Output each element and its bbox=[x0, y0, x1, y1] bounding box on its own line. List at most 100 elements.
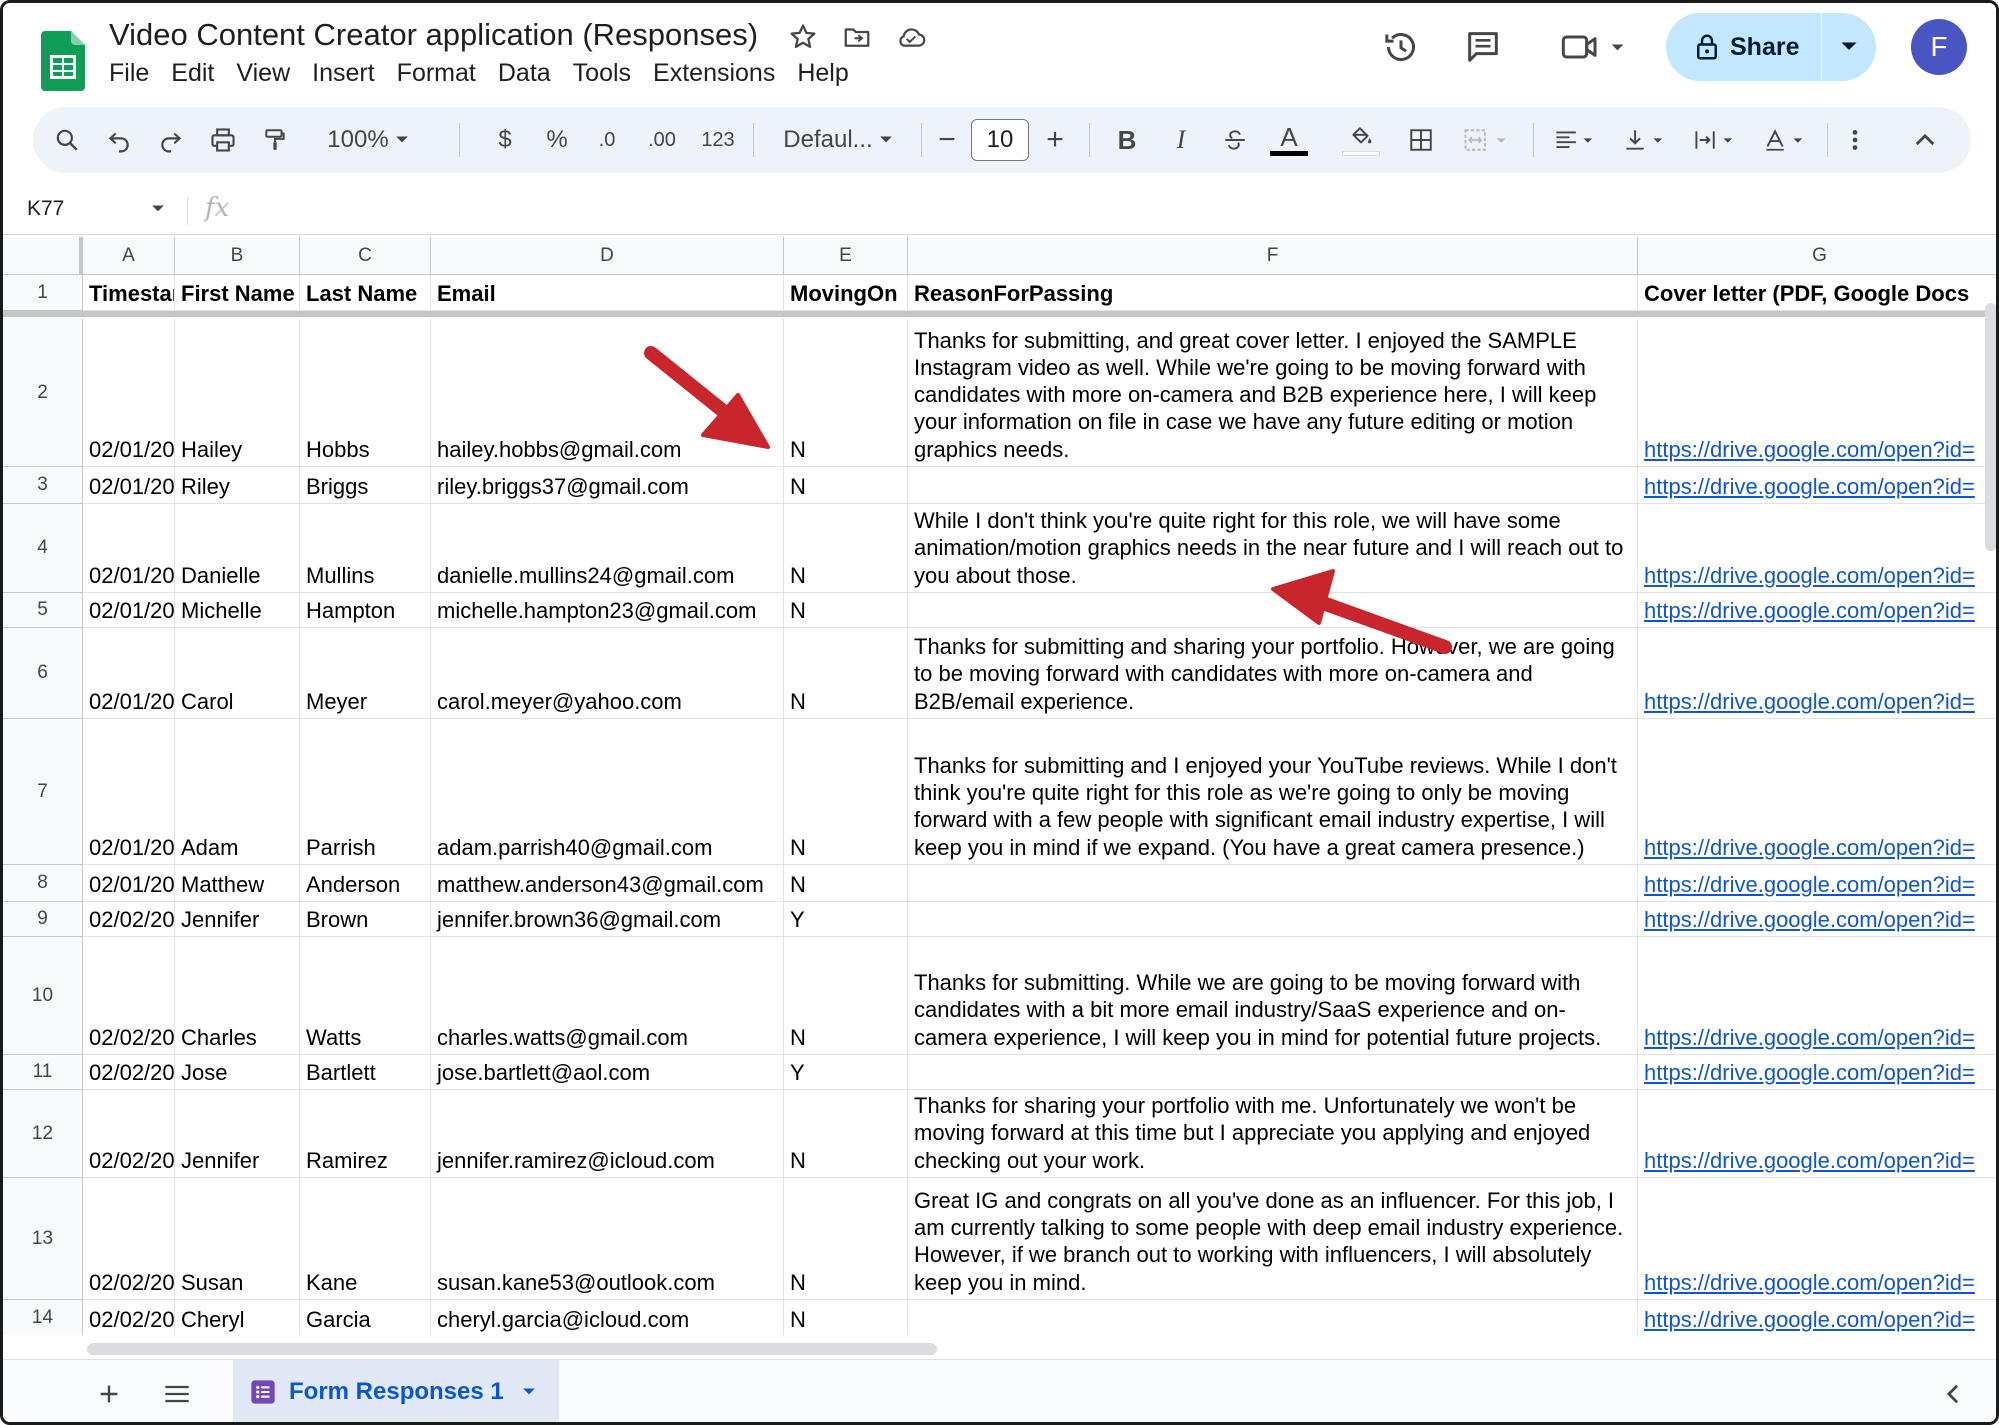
cell-email[interactable]: danielle.mullins24@gmail.com bbox=[431, 504, 784, 593]
menu-help[interactable]: Help bbox=[787, 57, 858, 90]
menu-insert[interactable]: Insert bbox=[302, 57, 385, 90]
cell-reason-for-passing[interactable] bbox=[908, 865, 1638, 902]
star-icon[interactable] bbox=[785, 19, 821, 55]
cell-moving-on[interactable]: N bbox=[784, 719, 908, 865]
share-dropdown-icon[interactable] bbox=[1822, 13, 1876, 81]
cell-last-name[interactable]: Meyer bbox=[300, 628, 431, 719]
zoom-dropdown-icon[interactable] bbox=[389, 107, 415, 173]
cell-first-name[interactable]: Adam bbox=[175, 719, 300, 865]
document-title[interactable]: Video Content Creator application (Respo… bbox=[109, 17, 758, 53]
cell-cover-letter[interactable]: https://drive.google.com/open?id= bbox=[1638, 1090, 1996, 1178]
column-header-a[interactable]: A bbox=[83, 237, 175, 275]
header-cell-last-name[interactable]: Last Name bbox=[300, 275, 431, 311]
cell-last-name[interactable]: Bartlett bbox=[300, 1055, 431, 1090]
cell-timestamp[interactable]: 02/01/20 bbox=[83, 593, 175, 628]
horizontal-align-icon[interactable] bbox=[1545, 107, 1609, 173]
cell-timestamp[interactable]: 02/02/20 bbox=[83, 937, 175, 1055]
cell-first-name[interactable]: Jennifer bbox=[175, 902, 300, 937]
format-percent-button[interactable]: % bbox=[539, 107, 575, 173]
cell-first-name[interactable]: Danielle bbox=[175, 504, 300, 593]
cell-moving-on[interactable]: N bbox=[784, 1300, 908, 1335]
borders-icon[interactable] bbox=[1399, 107, 1443, 173]
cell-cover-letter[interactable]: https://drive.google.com/open?id= bbox=[1638, 467, 1996, 504]
cell-reason-for-passing[interactable]: Thanks for submitting. While we are goin… bbox=[908, 937, 1638, 1055]
text-wrapping-icon[interactable] bbox=[1685, 107, 1749, 173]
version-history-icon[interactable] bbox=[1379, 25, 1423, 69]
cell-cover-letter[interactable]: https://drive.google.com/open?id= bbox=[1638, 902, 1996, 937]
header-cell-moving-on[interactable]: MovingOn bbox=[784, 275, 908, 311]
cell-reason-for-passing[interactable]: Thanks for sharing your portfolio with m… bbox=[908, 1090, 1638, 1178]
cell-timestamp[interactable]: 02/01/20 bbox=[83, 628, 175, 719]
cell-moving-on[interactable]: N bbox=[784, 1178, 908, 1300]
cell-first-name[interactable]: Jennifer bbox=[175, 1090, 300, 1178]
cell-timestamp[interactable]: 02/02/20 bbox=[83, 902, 175, 937]
print-icon[interactable] bbox=[201, 107, 245, 173]
cell-last-name[interactable]: Anderson bbox=[300, 865, 431, 902]
cell-first-name[interactable]: Riley bbox=[175, 467, 300, 504]
column-header-c[interactable]: C bbox=[300, 237, 431, 275]
cell-cover-letter[interactable]: https://drive.google.com/open?id= bbox=[1638, 1055, 1996, 1090]
header-cell-cover-letter[interactable]: Cover letter (PDF, Google Docs bbox=[1638, 275, 1996, 311]
cell-timestamp[interactable]: 02/02/20 bbox=[83, 1300, 175, 1335]
header-cell-timestamp[interactable]: Timestamp bbox=[83, 275, 175, 311]
row-header[interactable]: 8 bbox=[3, 865, 83, 902]
text-color-button[interactable]: A bbox=[1267, 107, 1311, 173]
cell-cover-letter[interactable]: https://drive.google.com/open?id= bbox=[1638, 593, 1996, 628]
row-header[interactable]: 13 bbox=[3, 1178, 83, 1300]
select-all-corner[interactable] bbox=[3, 237, 83, 275]
menu-file[interactable]: File bbox=[109, 57, 159, 90]
undo-icon[interactable] bbox=[97, 107, 141, 173]
cell-moving-on[interactable]: N bbox=[784, 628, 908, 719]
header-cell-first-name[interactable]: First Name bbox=[175, 275, 300, 311]
cell-cover-letter[interactable]: https://drive.google.com/open?id= bbox=[1638, 719, 1996, 865]
row-header[interactable]: 5 bbox=[3, 593, 83, 628]
text-rotation-icon[interactable] bbox=[1755, 107, 1819, 173]
cell-moving-on[interactable]: N bbox=[784, 1090, 908, 1178]
share-button[interactable]: Share bbox=[1666, 13, 1821, 81]
menu-edit[interactable]: Edit bbox=[161, 57, 224, 90]
zoom-select[interactable]: 100% bbox=[325, 107, 391, 173]
decrease-font-size-button[interactable]: − bbox=[927, 107, 967, 173]
cell-first-name[interactable]: Matthew bbox=[175, 865, 300, 902]
cell-reason-for-passing[interactable] bbox=[908, 593, 1638, 628]
strikethrough-icon[interactable] bbox=[1213, 107, 1257, 173]
cell-timestamp[interactable]: 02/01/20 bbox=[83, 319, 175, 467]
cell-moving-on[interactable]: N bbox=[784, 865, 908, 902]
more-options-icon[interactable] bbox=[1833, 107, 1877, 173]
cell-reason-for-passing[interactable] bbox=[908, 1300, 1638, 1335]
cell-email[interactable]: jose.bartlett@aol.com bbox=[431, 1055, 784, 1090]
row-header[interactable]: 3 bbox=[3, 467, 83, 504]
cell-first-name[interactable]: Carol bbox=[175, 628, 300, 719]
cell-last-name[interactable]: Ramirez bbox=[300, 1090, 431, 1178]
cell-cover-letter[interactable]: https://drive.google.com/open?id= bbox=[1638, 319, 1996, 467]
cell-email[interactable]: matthew.anderson43@gmail.com bbox=[431, 865, 784, 902]
cell-timestamp[interactable]: 02/02/20 bbox=[83, 1178, 175, 1300]
menu-extensions[interactable]: Extensions bbox=[643, 57, 785, 90]
cell-email[interactable]: charles.watts@gmail.com bbox=[431, 937, 784, 1055]
more-formats-button[interactable]: 123 bbox=[693, 107, 743, 173]
cell-email[interactable]: riley.briggs37@gmail.com bbox=[431, 467, 784, 504]
cell-cover-letter[interactable]: https://drive.google.com/open?id= bbox=[1638, 937, 1996, 1055]
font-dropdown-icon[interactable] bbox=[873, 107, 899, 173]
cell-reason-for-passing[interactable] bbox=[908, 902, 1638, 937]
row-header[interactable]: 7 bbox=[3, 719, 83, 865]
menu-view[interactable]: View bbox=[226, 57, 300, 90]
cell-reason-for-passing[interactable]: Thanks for submitting, and great cover l… bbox=[908, 319, 1638, 467]
fill-color-icon[interactable] bbox=[1339, 107, 1383, 173]
comments-icon[interactable] bbox=[1461, 25, 1505, 69]
account-avatar[interactable]: F bbox=[1911, 19, 1967, 75]
cell-last-name[interactable]: Brown bbox=[300, 902, 431, 937]
cell-last-name[interactable]: Kane bbox=[300, 1178, 431, 1300]
merge-cells-icon[interactable] bbox=[1451, 107, 1521, 173]
redo-icon[interactable] bbox=[149, 107, 193, 173]
cell-timestamp[interactable]: 02/01/20 bbox=[83, 467, 175, 504]
horizontal-scrollbar[interactable] bbox=[87, 1343, 937, 1355]
cell-cover-letter[interactable]: https://drive.google.com/open?id= bbox=[1638, 504, 1996, 593]
cell-reason-for-passing[interactable] bbox=[908, 1055, 1638, 1090]
header-cell-reason-for-passing[interactable]: ReasonForPassing bbox=[908, 275, 1638, 311]
cell-reason-for-passing[interactable]: Great IG and congrats on all you've done… bbox=[908, 1178, 1638, 1300]
italic-button[interactable]: I bbox=[1161, 107, 1201, 173]
cell-first-name[interactable]: Susan bbox=[175, 1178, 300, 1300]
cell-reason-for-passing[interactable]: While I don't think you're quite right f… bbox=[908, 504, 1638, 593]
format-currency-button[interactable]: $ bbox=[487, 107, 523, 173]
